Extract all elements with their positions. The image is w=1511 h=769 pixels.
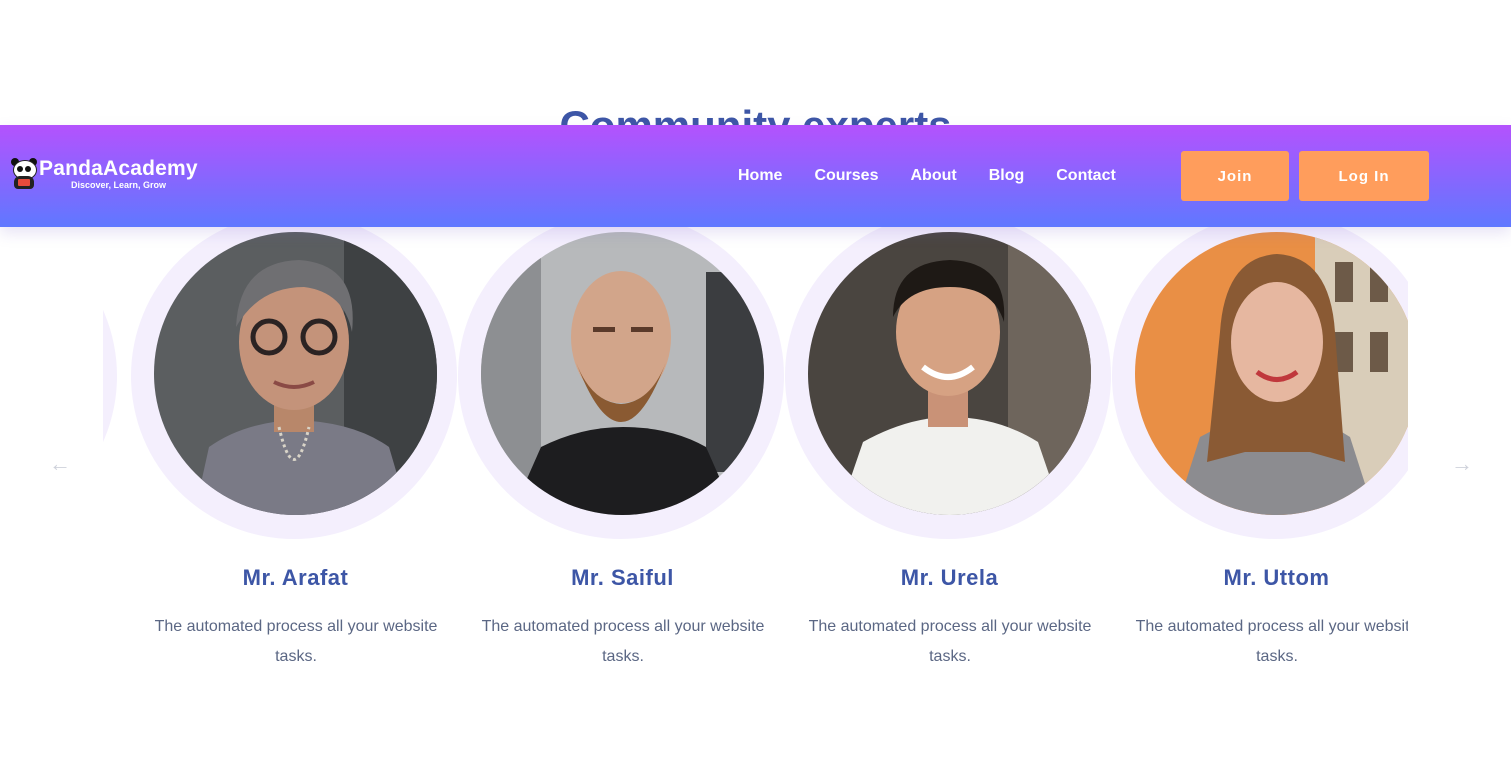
logo-tagline: Discover, Learn, Grow xyxy=(71,180,167,190)
nav-courses[interactable]: Courses xyxy=(798,165,894,187)
expert-photo xyxy=(808,232,1091,515)
nav-about[interactable]: About xyxy=(894,165,972,187)
expert-description: The automated process all your website t… xyxy=(808,618,1092,665)
page: Community experts Mr. Ara xyxy=(0,0,1511,769)
expert-photo xyxy=(1135,232,1408,515)
nav-blog[interactable]: Blog xyxy=(973,165,1041,187)
nav-home[interactable]: Home xyxy=(722,165,798,187)
logo-name: PandaAcademy xyxy=(39,157,198,180)
expert-description: The automated process all your website t… xyxy=(1135,618,1408,665)
expert-description: The automated process all your website t… xyxy=(481,618,765,665)
expert-name: Mr. Saiful xyxy=(571,565,674,590)
expert-name: Mr. Arafat xyxy=(242,565,349,590)
previous-card-ring xyxy=(103,213,117,539)
panda-logo-icon xyxy=(10,158,38,190)
nav-contact[interactable]: Contact xyxy=(1040,165,1132,187)
arrow-right-icon[interactable]: → xyxy=(1450,452,1474,476)
expert-name: Mr. Urela xyxy=(900,565,999,590)
logo[interactable]: PandaAcademy Discover, Learn, Grow xyxy=(10,158,198,191)
navbar: PandaAcademy Discover, Learn, Grow Home … xyxy=(0,125,1511,227)
expert-photo xyxy=(481,232,764,515)
main-nav: Home Courses About Blog Contact xyxy=(722,165,1132,187)
expert-description: The automated process all your website t… xyxy=(154,618,438,665)
join-button[interactable]: Join xyxy=(1181,151,1289,201)
expert-photo xyxy=(154,232,437,515)
arrow-left-icon[interactable]: ← xyxy=(48,452,72,476)
expert-name: Mr. Uttom xyxy=(1223,565,1330,590)
experts-carousel: Mr. Arafat The automated process all you… xyxy=(103,205,1408,685)
login-button[interactable]: Log In xyxy=(1299,151,1429,201)
